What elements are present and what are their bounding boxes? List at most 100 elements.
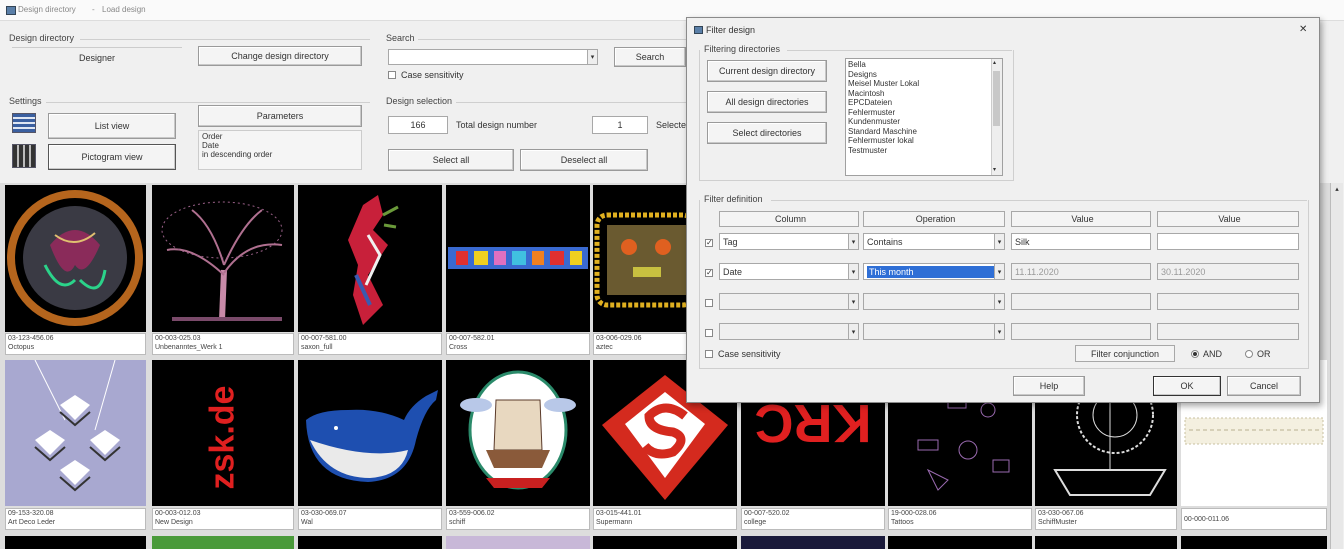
search-dropdown-arrow[interactable]: ▾ xyxy=(587,50,597,64)
design-thumbnail-saxon[interactable] xyxy=(298,185,442,332)
help-button[interactable]: Help xyxy=(1013,376,1085,396)
filter-operation-dropdown[interactable]: Contains ▾ xyxy=(863,233,1005,250)
search-button[interactable]: Search xyxy=(614,47,686,67)
directory-list-item[interactable]: Testmuster xyxy=(848,146,1000,156)
search-input[interactable]: ▾ xyxy=(388,49,598,65)
chevron-down-icon[interactable]: ▾ xyxy=(848,264,858,279)
design-thumbnail-partial[interactable] xyxy=(1035,536,1177,549)
design-thumbnail-partial[interactable] xyxy=(593,536,737,549)
current-directory-button[interactable]: Current design directory xyxy=(707,60,827,82)
and-radio[interactable] xyxy=(1191,350,1199,358)
grid-scrollbar[interactable]: ▴ xyxy=(1330,183,1343,549)
chevron-down-icon[interactable]: ▾ xyxy=(994,324,1004,339)
filter-row-checkbox[interactable] xyxy=(705,329,713,337)
case-sensitivity-label: Case sensitivity xyxy=(401,70,464,80)
chevron-down-icon[interactable]: ▾ xyxy=(848,294,858,309)
filter-operation-dropdown[interactable]: This month ▾ xyxy=(863,263,1005,280)
or-radio[interactable] xyxy=(1245,350,1253,358)
directory-list-item[interactable]: Fehlermuster xyxy=(848,108,1000,118)
filter-operation-dropdown[interactable]: ▾ xyxy=(863,293,1005,310)
design-caption[interactable]: 03-030-069.07 Wal xyxy=(298,508,442,530)
pictogram-view-button[interactable]: Pictogram view xyxy=(48,144,176,170)
select-all-button[interactable]: Select all xyxy=(388,149,514,171)
chevron-down-icon[interactable]: ▾ xyxy=(994,264,1004,279)
design-thumbnail-ship[interactable] xyxy=(446,360,590,506)
filter-column-dropdown[interactable]: ▾ xyxy=(719,323,859,340)
all-directories-button[interactable]: All design directories xyxy=(707,91,827,113)
design-thumbnail-partial[interactable] xyxy=(298,536,442,549)
filter-row-checkbox[interactable] xyxy=(705,299,713,307)
chevron-down-icon[interactable]: ▾ xyxy=(994,294,1004,309)
design-caption[interactable]: 03-006-029.06 aztec xyxy=(593,333,693,355)
directory-list-item[interactable]: Macintosh xyxy=(848,89,1000,99)
filter-value1-input[interactable]: Silk xyxy=(1011,233,1151,250)
chevron-down-icon[interactable]: ▾ xyxy=(848,324,858,339)
design-caption[interactable]: 00-003-012.03 New Design xyxy=(152,508,294,530)
directory-list-item[interactable]: Fehlermuster lokal xyxy=(848,136,1000,146)
directory-list-item[interactable]: Standard Maschine xyxy=(848,127,1000,137)
design-caption[interactable]: 03-559-006.02 schiff xyxy=(446,508,590,530)
design-thumbnail-art-deco[interactable] xyxy=(5,360,146,506)
scroll-up-arrow[interactable]: ▴ xyxy=(1332,185,1342,193)
design-thumbnail-tree[interactable] xyxy=(152,185,294,332)
filter-value2-input[interactable] xyxy=(1157,293,1299,310)
cancel-button[interactable]: Cancel xyxy=(1227,376,1301,396)
design-thumbnail-whale[interactable] xyxy=(298,360,442,506)
design-caption[interactable]: 19-000-028.06 Tattoos xyxy=(888,508,1032,530)
design-thumbnail-partial[interactable] xyxy=(5,536,146,549)
design-thumbnail-new-design[interactable]: zsk.de xyxy=(152,360,294,506)
design-caption[interactable]: 00-007-582.01 Cross xyxy=(446,333,590,355)
design-caption[interactable]: 00-000-011.06 xyxy=(1181,508,1327,530)
filter-column-dropdown[interactable]: Date ▾ xyxy=(719,263,859,280)
design-caption[interactable]: 00-003-025.03 Unbenanntes_Werk 1 xyxy=(152,333,294,355)
design-thumbnail-partial[interactable] xyxy=(888,536,1032,549)
directory-list-item[interactable]: Meisel Muster Lokal xyxy=(848,79,1000,89)
design-thumbnail-octopus[interactable] xyxy=(5,185,146,332)
filter-value2-input[interactable]: 30.11.2020 xyxy=(1157,263,1299,280)
design-caption[interactable]: 09-153-320.08 Art Deco Leder xyxy=(5,508,146,530)
parameters-button[interactable]: Parameters xyxy=(198,105,362,127)
filter-value2-input[interactable] xyxy=(1157,323,1299,340)
change-directory-button[interactable]: Change design directory xyxy=(198,46,362,66)
list-view-button[interactable]: List view xyxy=(48,113,176,139)
list-scroll-thumb[interactable] xyxy=(993,71,1000,126)
listbox-scrollbar[interactable]: ▴ ▾ xyxy=(991,59,1002,175)
filter-row-checkbox[interactable]: ✓ xyxy=(705,269,713,277)
design-caption[interactable]: 03-015-441.01 Supermann xyxy=(593,508,737,530)
case-sensitivity-checkbox[interactable] xyxy=(388,71,396,79)
select-directories-button[interactable]: Select directories xyxy=(707,122,827,144)
directory-listbox[interactable]: Bella Designs Meisel Muster Lokal Macintosh… xyxy=(845,58,1003,176)
design-thumbnail-partial[interactable] xyxy=(1181,536,1327,549)
design-thumbnail-partial[interactable] xyxy=(446,536,590,549)
filter-case-checkbox[interactable] xyxy=(705,350,713,358)
directory-list-item[interactable]: Designs xyxy=(848,70,1000,80)
chevron-down-icon[interactable]: ▾ xyxy=(994,234,1004,249)
filter-column-dropdown[interactable]: ▾ xyxy=(719,293,859,310)
list-scroll-down-icon[interactable]: ▾ xyxy=(993,166,996,176)
directory-list-item[interactable]: Kundenmuster xyxy=(848,117,1000,127)
filter-conjunction-label: Filter conjunction xyxy=(1075,345,1175,362)
filter-operation-dropdown[interactable]: ▾ xyxy=(863,323,1005,340)
design-thumbnail-partial[interactable] xyxy=(741,536,885,549)
chevron-down-icon[interactable]: ▾ xyxy=(848,234,858,249)
filter-value1-input[interactable]: 11.11.2020 xyxy=(1011,263,1151,280)
ok-button[interactable]: OK xyxy=(1153,376,1221,396)
list-scroll-up-icon[interactable]: ▴ xyxy=(993,59,996,69)
filter-value1-input[interactable] xyxy=(1011,323,1151,340)
directory-list-item[interactable]: Bella xyxy=(848,60,1000,70)
design-caption[interactable]: 00-007-581.00 saxon_full xyxy=(298,333,442,355)
filter-value2-input[interactable] xyxy=(1157,233,1299,250)
design-caption[interactable]: 03-030-067.06 SchiffMuster xyxy=(1035,508,1177,530)
design-thumbnail-partial[interactable] xyxy=(152,536,294,549)
design-thumbnail-aztec[interactable] xyxy=(593,185,693,332)
close-icon[interactable]: ✕ xyxy=(1299,24,1307,35)
directory-list-item[interactable]: EPCDateien xyxy=(848,98,1000,108)
design-caption[interactable]: 03-123-456.06 Octopus xyxy=(5,333,146,355)
design-thumbnail-cross[interactable] xyxy=(446,185,590,332)
design-count-field: 166 xyxy=(388,116,448,134)
design-caption[interactable]: 00-007-520.02 college xyxy=(741,508,885,530)
deselect-all-button[interactable]: Deselect all xyxy=(520,149,648,171)
filter-row-checkbox[interactable]: ✓ xyxy=(705,239,713,247)
filter-value1-input[interactable] xyxy=(1011,293,1151,310)
filter-column-dropdown[interactable]: Tag ▾ xyxy=(719,233,859,250)
